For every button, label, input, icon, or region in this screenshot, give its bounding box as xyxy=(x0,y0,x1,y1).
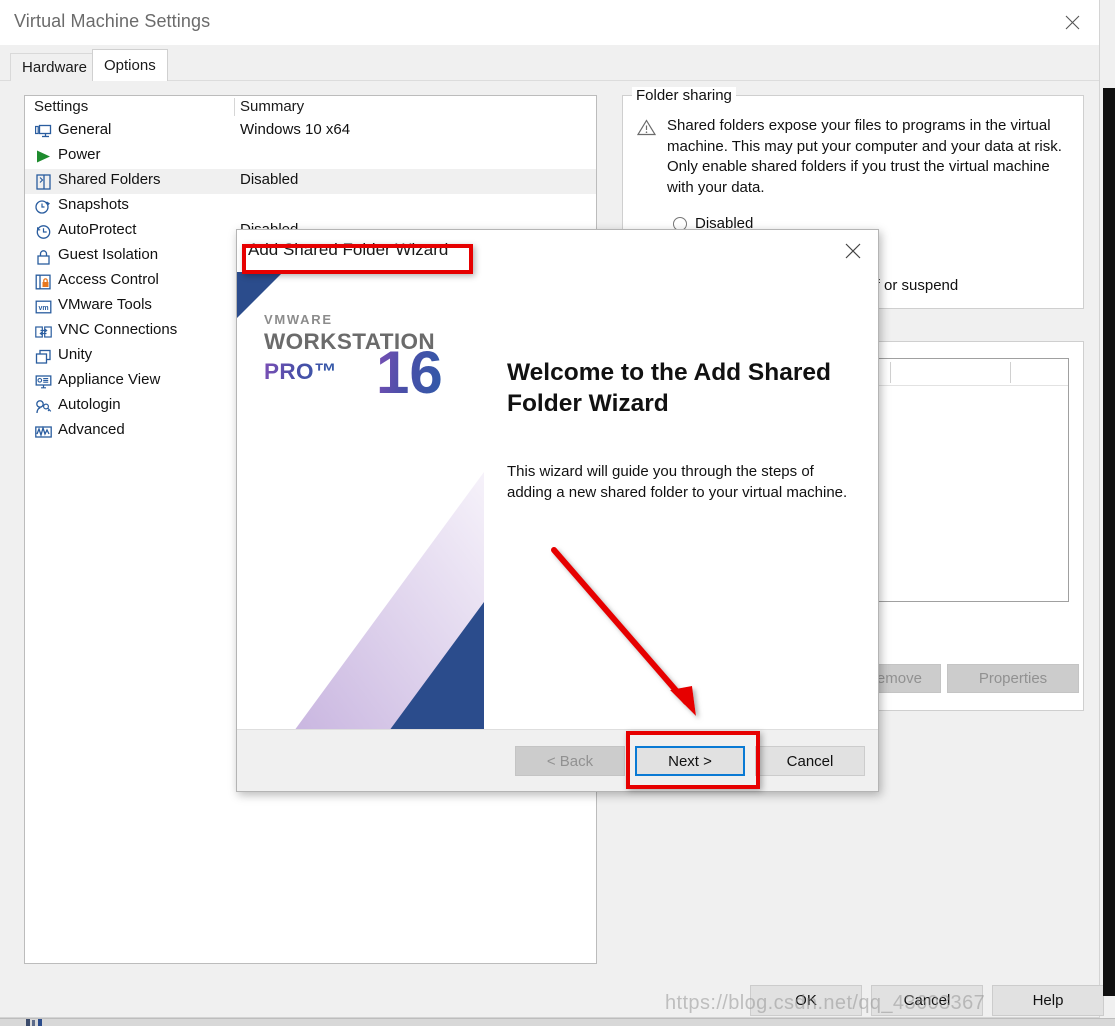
settings-row-label: Advanced xyxy=(58,421,125,438)
dialog-footer: < Back Next > Cancel xyxy=(237,729,878,791)
settings-row-summary: Windows 10 x64 xyxy=(240,121,351,138)
warning-triangle-icon xyxy=(636,116,667,198)
access-lock-icon xyxy=(34,272,53,291)
taskbar-icons xyxy=(26,1019,42,1026)
settings-row-label: Appliance View xyxy=(58,371,161,388)
brand-edition: PRO™ xyxy=(264,359,337,384)
column-header-settings: Settings xyxy=(34,98,89,115)
settings-row-label: Power xyxy=(58,146,101,163)
shared-folder-icon xyxy=(34,172,53,191)
settings-row-label: VMware Tools xyxy=(58,296,152,313)
dialog-titlebar: Add Shared Folder Wizard xyxy=(237,230,878,272)
column-divider xyxy=(234,98,235,116)
folders-column-divider xyxy=(1010,362,1011,383)
unity-windows-icon xyxy=(34,347,53,366)
settings-row-label: Guest Isolation xyxy=(58,246,159,263)
folder-properties-button[interactable]: Properties xyxy=(947,664,1079,693)
next-button[interactable]: Next > xyxy=(635,746,745,776)
column-header-summary: Summary xyxy=(240,98,305,115)
settings-row-label: VNC Connections xyxy=(58,321,178,338)
close-icon[interactable] xyxy=(1049,0,1095,44)
back-button[interactable]: < Back xyxy=(515,746,625,776)
folders-column-divider xyxy=(890,362,891,383)
autologin-key-icon xyxy=(34,397,53,416)
window-titlebar: Virtual Machine Settings xyxy=(0,0,1099,45)
folder-sharing-title: Folder sharing xyxy=(632,87,736,104)
padlock-icon xyxy=(34,247,53,266)
dialog-body: VMWARE WORKSTATION PRO™ 16 Welcome to th… xyxy=(237,272,878,729)
settings-row-label: General xyxy=(58,121,112,138)
settings-row-label: AutoProtect xyxy=(58,221,137,238)
window-title: Virtual Machine Settings xyxy=(14,11,211,31)
add-shared-folder-wizard-dialog: Add Shared Folder Wizard VMWARE WORKSTAT… xyxy=(236,229,879,792)
dialog-cancel-button[interactable]: Cancel xyxy=(755,746,865,776)
settings-row-shared-folders[interactable]: Shared Folders Disabled xyxy=(25,169,596,194)
clock-back-icon xyxy=(34,222,53,241)
desktop-edge-strip xyxy=(1103,88,1115,996)
settings-row-label: Autologin xyxy=(58,396,121,413)
brand-wordmark: VMWARE WORKSTATION PRO™ 16 xyxy=(264,312,474,411)
tab-hardware[interactable]: Hardware xyxy=(10,53,100,81)
settings-row-label: Snapshots xyxy=(58,196,129,213)
advanced-wave-icon xyxy=(34,422,53,441)
play-triangle-icon xyxy=(34,147,53,166)
appliance-icon xyxy=(34,372,53,391)
dialog-paragraph: This wizard will guide you through the s… xyxy=(507,463,848,501)
dialog-title: Add Shared Folder Wizard xyxy=(248,240,449,259)
settings-row-power[interactable]: Power xyxy=(25,144,596,169)
monitor-icon xyxy=(34,122,53,141)
vm-box-icon: vm xyxy=(34,297,53,316)
help-button[interactable]: Help xyxy=(992,985,1104,1016)
settings-row-label: Access Control xyxy=(58,271,159,288)
settings-list-header: Settings Summary xyxy=(25,96,596,118)
svg-text:vm: vm xyxy=(38,305,48,312)
cancel-button[interactable]: Cancel xyxy=(871,985,983,1016)
dialog-main: Welcome to the Add Shared Folder Wizard … xyxy=(484,272,878,729)
settings-row-general[interactable]: General Windows 10 x64 xyxy=(25,119,596,144)
folder-sharing-warning-text: Shared folders expose your files to prog… xyxy=(667,117,1062,196)
brand-vendor: VMWARE xyxy=(264,312,333,327)
close-icon[interactable] xyxy=(836,236,870,266)
vmware-brand-panel: VMWARE WORKSTATION PRO™ 16 xyxy=(237,272,484,729)
folder-sharing-warning: Shared folders expose your files to prog… xyxy=(636,116,1067,198)
snapshot-clock-icon xyxy=(34,197,53,216)
tab-bar: Hardware Options xyxy=(0,45,1099,81)
taskbar-sliver xyxy=(0,1018,1115,1026)
tab-options[interactable]: Options xyxy=(92,49,168,81)
settings-row-label: Shared Folders xyxy=(58,171,161,188)
settings-row-snapshots[interactable]: Snapshots xyxy=(25,194,596,219)
settings-row-summary: Disabled xyxy=(240,171,299,188)
vnc-arrows-icon xyxy=(34,322,53,341)
brand-version: 16 xyxy=(376,339,443,406)
dialog-heading: Welcome to the Add Shared Folder Wizard xyxy=(507,359,831,417)
settings-row-label: Unity xyxy=(58,346,93,363)
screen: Virtual Machine Settings Hardware Option… xyxy=(0,0,1115,1026)
ok-button[interactable]: OK xyxy=(750,985,862,1016)
